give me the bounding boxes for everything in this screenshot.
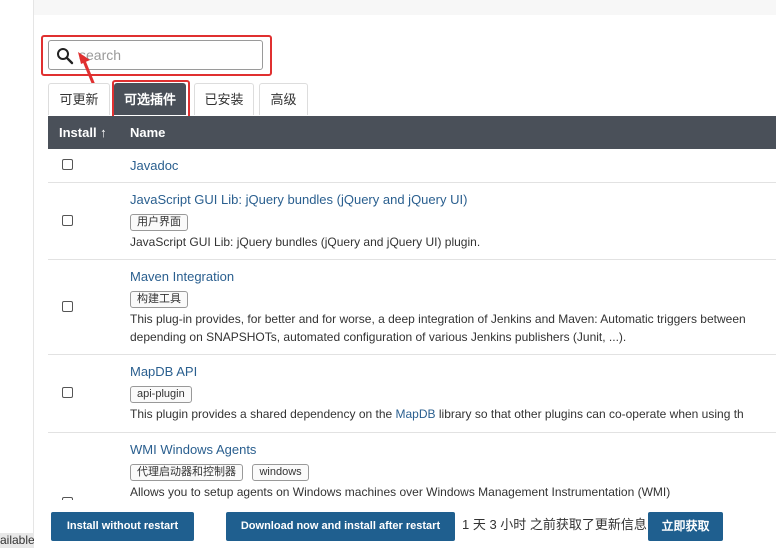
- table-row: JavaScript GUI Lib: jQuery bundles (jQue…: [48, 183, 776, 260]
- plugin-name-link[interactable]: Maven Integration: [130, 269, 234, 284]
- plugin-tag[interactable]: 用户界面: [130, 214, 188, 231]
- install-without-restart-button[interactable]: Install without restart: [51, 512, 194, 541]
- install-checkbox[interactable]: [62, 215, 73, 226]
- left-sidebar: [0, 0, 34, 548]
- download-install-after-restart-button[interactable]: Download now and install after restart: [226, 512, 455, 541]
- install-checkbox[interactable]: [62, 387, 73, 398]
- table-header: Install ↑ Name: [48, 116, 776, 149]
- tab-updates[interactable]: 可更新: [48, 83, 110, 115]
- install-column-header[interactable]: Install ↑: [59, 116, 107, 149]
- plugin-description: Allows you to setup agents on Windows ma…: [130, 485, 671, 499]
- tag-list: api-plugin: [130, 384, 197, 403]
- plugin-description: JavaScript GUI Lib: jQuery bundles (jQue…: [130, 235, 481, 249]
- plugin-name-link[interactable]: WMI Windows Agents: [130, 442, 256, 457]
- plugin-table: Install ↑ Name Javadoc JavaScript GUI Li…: [48, 116, 776, 513]
- table-row: Maven Integration 构建工具 This plug-in prov…: [48, 260, 776, 355]
- install-checkbox[interactable]: [62, 159, 73, 170]
- plugin-tag[interactable]: 构建工具: [130, 291, 188, 308]
- tab-advanced[interactable]: 高级: [259, 83, 308, 115]
- tab-installed[interactable]: 已安装: [194, 83, 254, 115]
- plugin-name-link[interactable]: JavaScript GUI Lib: jQuery bundles (jQue…: [130, 192, 467, 207]
- tag-list: 用户界面: [130, 212, 193, 231]
- plugin-name-link[interactable]: Javadoc: [130, 158, 178, 173]
- install-checkbox[interactable]: [62, 301, 73, 312]
- name-column-header[interactable]: Name: [130, 116, 165, 149]
- fetch-now-button[interactable]: 立即获取: [648, 512, 723, 541]
- plugin-description-line2: depending on SNAPSHOTs, automated config…: [130, 330, 627, 344]
- mapdb-link[interactable]: MapDB: [396, 407, 436, 421]
- table-row: Javadoc: [48, 149, 776, 183]
- plugin-tag[interactable]: 代理启动器和控制器: [130, 464, 243, 481]
- table-row: MapDB API api-plugin This plugin provide…: [48, 355, 776, 433]
- update-status-text: 1 天 3 小时 之前获取了更新信息: [462, 517, 647, 532]
- plugin-tag[interactable]: windows: [252, 464, 309, 481]
- description-text: library so that other plugins can co-ope…: [435, 407, 744, 421]
- tag-list: 构建工具: [130, 289, 193, 308]
- plugin-description: This plug-in provides, for better and fo…: [130, 312, 746, 326]
- description-text: This plugin provides a shared dependency…: [130, 407, 396, 421]
- plugin-name-link[interactable]: MapDB API: [130, 364, 197, 379]
- sidebar-available-label[interactable]: ailable: [0, 533, 39, 548]
- plugin-tag[interactable]: api-plugin: [130, 386, 192, 403]
- plugin-description: This plugin provides a shared dependency…: [130, 405, 744, 423]
- tag-list: 代理启动器和控制器 windows: [130, 462, 314, 481]
